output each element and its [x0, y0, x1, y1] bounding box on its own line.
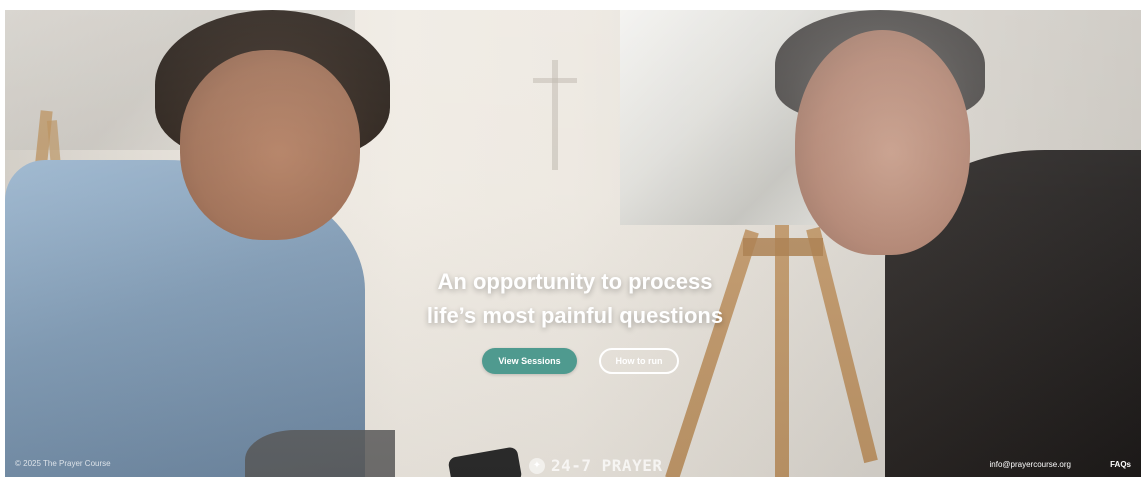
- hero-headline: An opportunity to process life’s most pa…: [365, 265, 785, 333]
- faqs-link[interactable]: FAQs: [1110, 460, 1131, 469]
- hero-overlay: [5, 10, 1141, 477]
- page: An opportunity to process life’s most pa…: [0, 0, 1145, 477]
- how-to-run-button[interactable]: How to run: [599, 348, 679, 374]
- copyright-text: © 2025 The Prayer Course: [15, 459, 111, 468]
- prayer-logo-icon: ✦: [529, 457, 545, 474]
- hero-image: An opportunity to process life’s most pa…: [5, 10, 1141, 477]
- hero-footer: © 2025 The Prayer Course ✦ 24-7 PRAYER i…: [5, 451, 1141, 477]
- view-sessions-button[interactable]: View Sessions: [482, 348, 577, 374]
- email-link[interactable]: info@prayercourse.org: [990, 460, 1072, 469]
- brand-logo-link[interactable]: ✦ 24-7 PRAYER: [529, 456, 662, 475]
- hero-headline-line-1: An opportunity to process: [437, 269, 713, 294]
- brand-name: 24-7 PRAYER: [551, 456, 663, 475]
- hero-headline-line-2: life’s most painful questions: [426, 303, 724, 328]
